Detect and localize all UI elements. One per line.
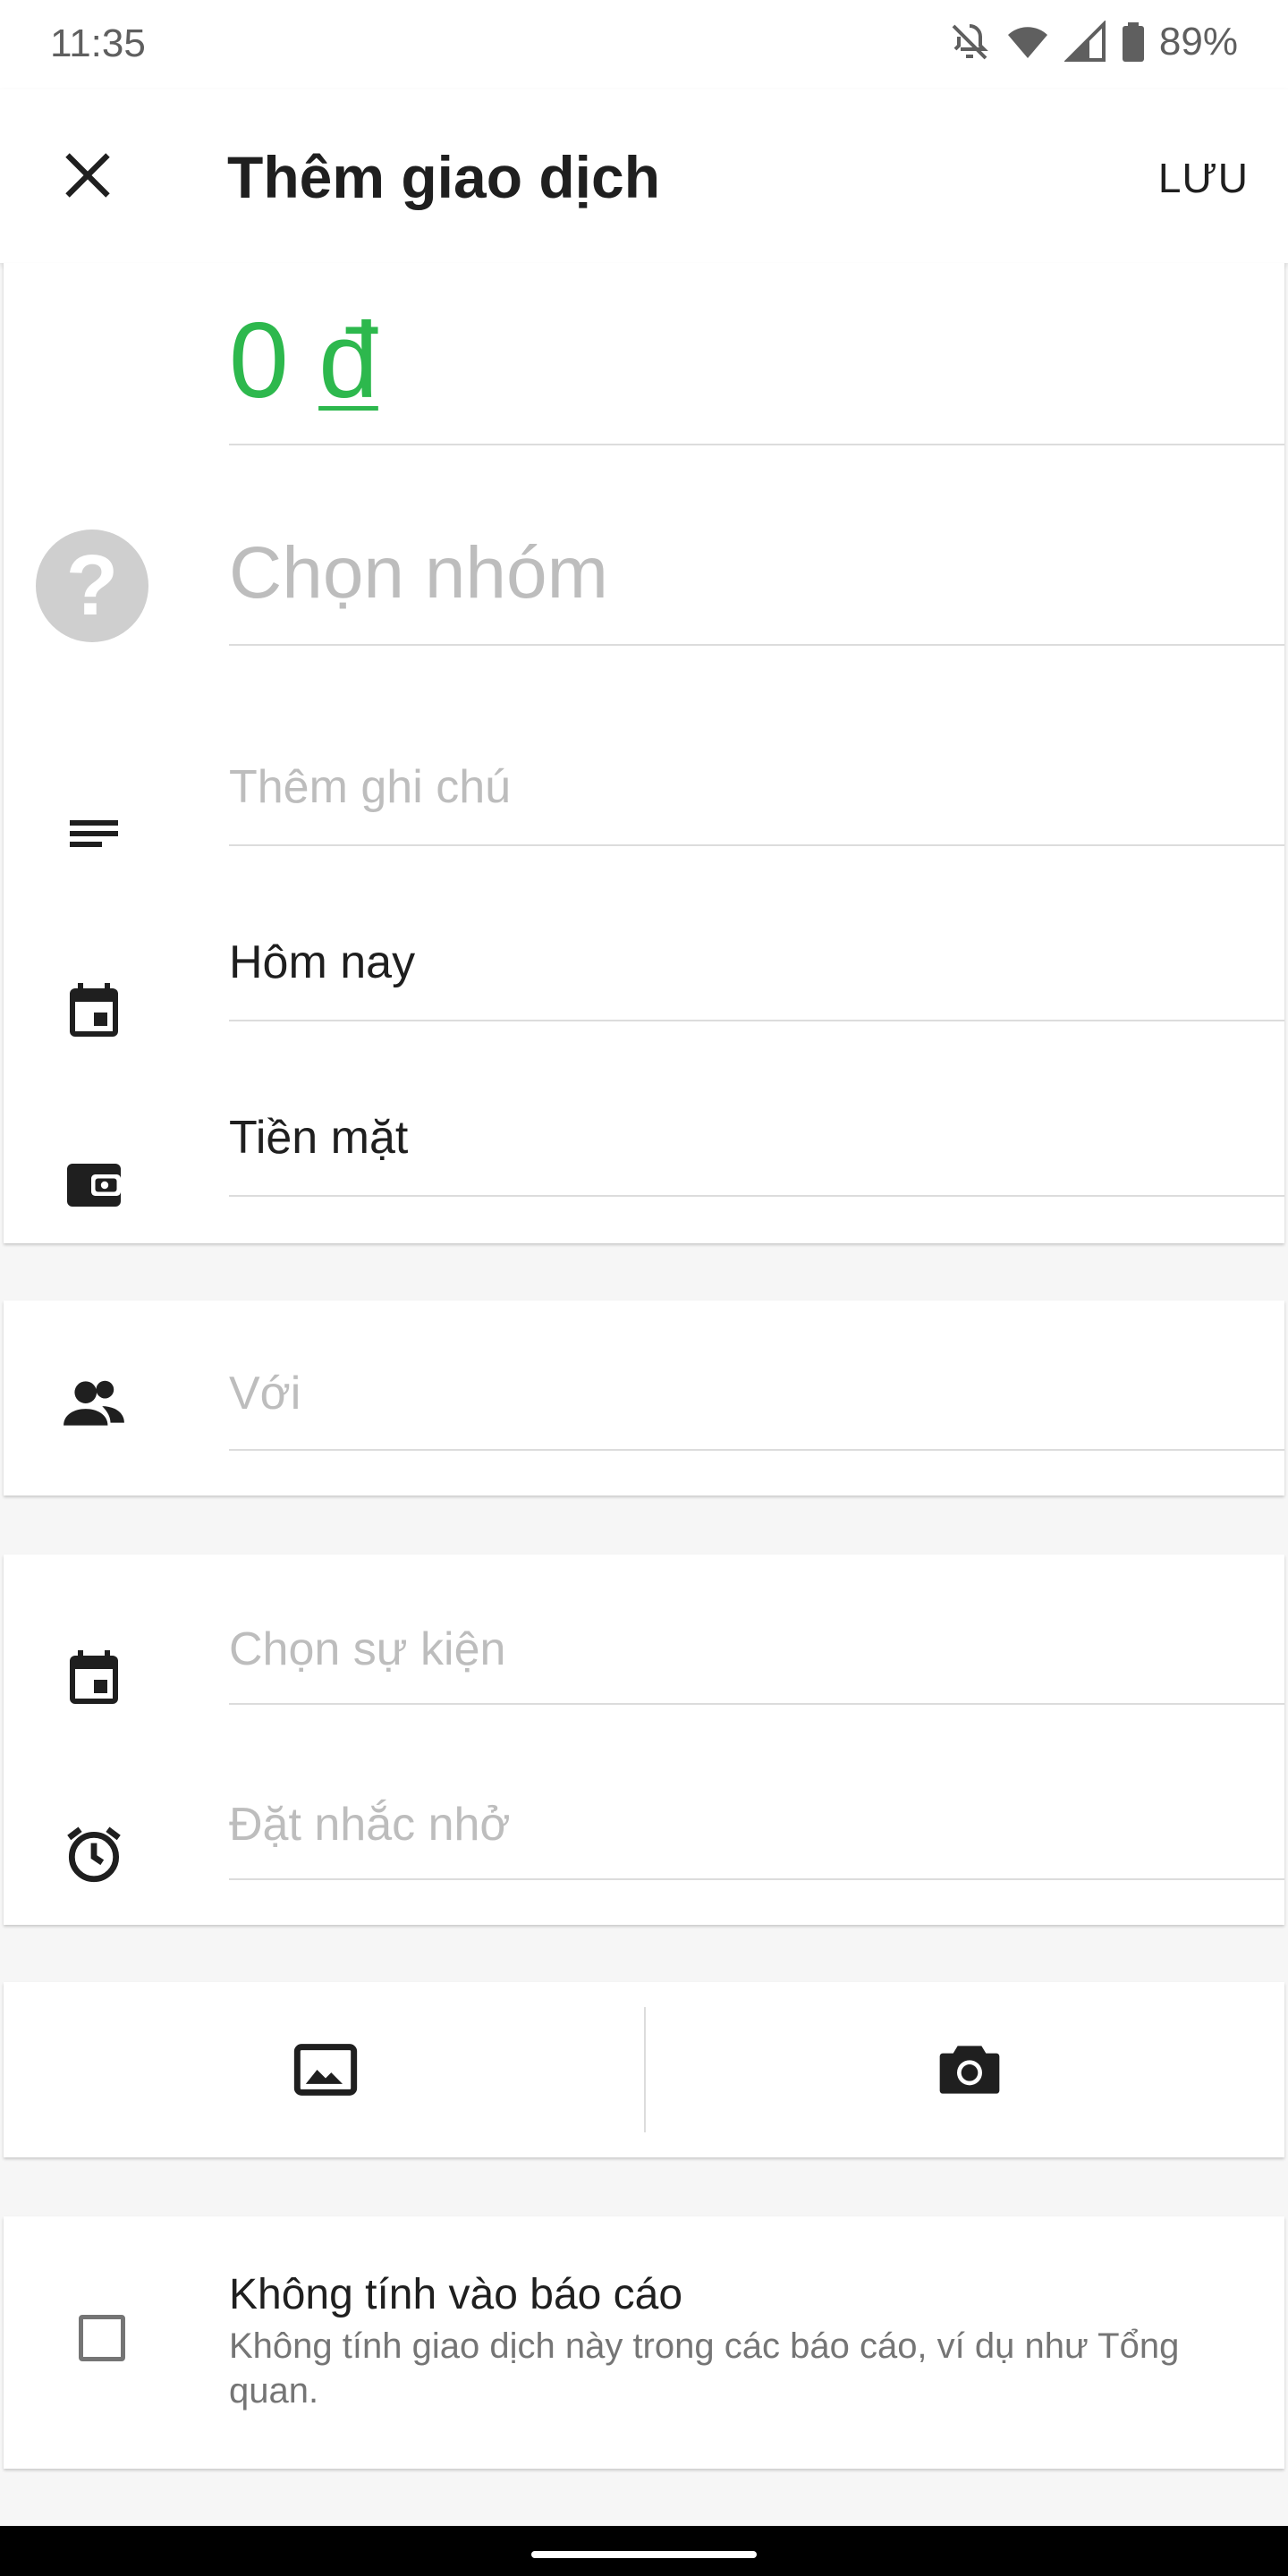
page-title: Thêm giao dịch bbox=[227, 144, 661, 210]
group-select[interactable]: Chọn nhóm bbox=[229, 531, 608, 615]
status-time: 11:35 bbox=[50, 21, 146, 65]
amount-divider bbox=[229, 444, 1284, 445]
status-icons: 89% bbox=[948, 20, 1238, 64]
event-select[interactable]: Chọn sự kiện bbox=[229, 1623, 505, 1676]
wallet-icon bbox=[54, 1145, 134, 1225]
amount-field[interactable]: 0 đ bbox=[229, 299, 378, 422]
with-divider bbox=[229, 1449, 1284, 1451]
reminder-select[interactable]: Đặt nhắc nhở bbox=[229, 1798, 511, 1852]
close-button[interactable] bbox=[50, 138, 125, 213]
attachment-card bbox=[4, 1982, 1284, 2157]
battery-icon bbox=[1122, 22, 1144, 62]
attachment-separator bbox=[644, 2007, 646, 2132]
group-divider bbox=[229, 644, 1284, 646]
note-divider bbox=[229, 844, 1284, 846]
gallery-button[interactable] bbox=[281, 2025, 370, 2114]
camera-button[interactable] bbox=[925, 2025, 1014, 2114]
signal-icon bbox=[1063, 21, 1106, 62]
exclude-report-checkbox[interactable] bbox=[79, 2315, 125, 2361]
wifi-icon bbox=[1007, 27, 1047, 58]
notifications-off-icon bbox=[952, 24, 988, 60]
note-input[interactable]: Thêm ghi chú bbox=[229, 760, 511, 814]
close-icon bbox=[65, 153, 110, 198]
wallet-divider bbox=[229, 1195, 1284, 1197]
transaction-details-card: 0 đ ? Chọn nhóm Thêm ghi chú Hôm nay Tiề… bbox=[4, 263, 1284, 1243]
app-bar: Thêm giao dịch LƯU bbox=[0, 89, 1288, 263]
wallet-field[interactable]: Tiền mặt bbox=[229, 1111, 408, 1165]
battery-percent: 89% bbox=[1158, 20, 1238, 64]
people-icon bbox=[54, 1363, 134, 1444]
camera-icon bbox=[939, 2046, 1000, 2094]
reminder-divider bbox=[229, 1878, 1284, 1880]
home-gesture-handle[interactable] bbox=[531, 2551, 757, 2558]
save-button[interactable]: LƯU bbox=[1158, 154, 1249, 202]
event-divider bbox=[229, 1703, 1284, 1705]
with-input[interactable]: Với bbox=[229, 1367, 301, 1420]
event-reminder-card: Chọn sự kiện Đặt nhắc nhở bbox=[4, 1555, 1284, 1925]
exclude-report-card: Không tính vào báo cáo Không tính giao d… bbox=[4, 2216, 1284, 2469]
calendar-icon bbox=[54, 970, 134, 1050]
exclude-report-description: Không tính giao dịch này trong các báo c… bbox=[229, 2326, 1180, 2411]
system-nav-bar bbox=[0, 2526, 1288, 2576]
notes-icon bbox=[54, 796, 134, 877]
amount-value: 0 bbox=[229, 301, 289, 420]
status-bar: 11:35 89% bbox=[0, 0, 1288, 89]
date-field[interactable]: Hôm nay bbox=[229, 936, 415, 989]
event-calendar-icon bbox=[54, 1637, 134, 1717]
image-icon bbox=[293, 2044, 358, 2096]
group-question-icon[interactable]: ? bbox=[36, 530, 148, 642]
with-card: Với bbox=[4, 1301, 1284, 1496]
currency-symbol[interactable]: đ bbox=[318, 301, 378, 420]
alarm-icon bbox=[54, 1814, 134, 1894]
date-divider bbox=[229, 1020, 1284, 1021]
exclude-report-title: Không tính vào báo cáo bbox=[229, 2271, 683, 2318]
